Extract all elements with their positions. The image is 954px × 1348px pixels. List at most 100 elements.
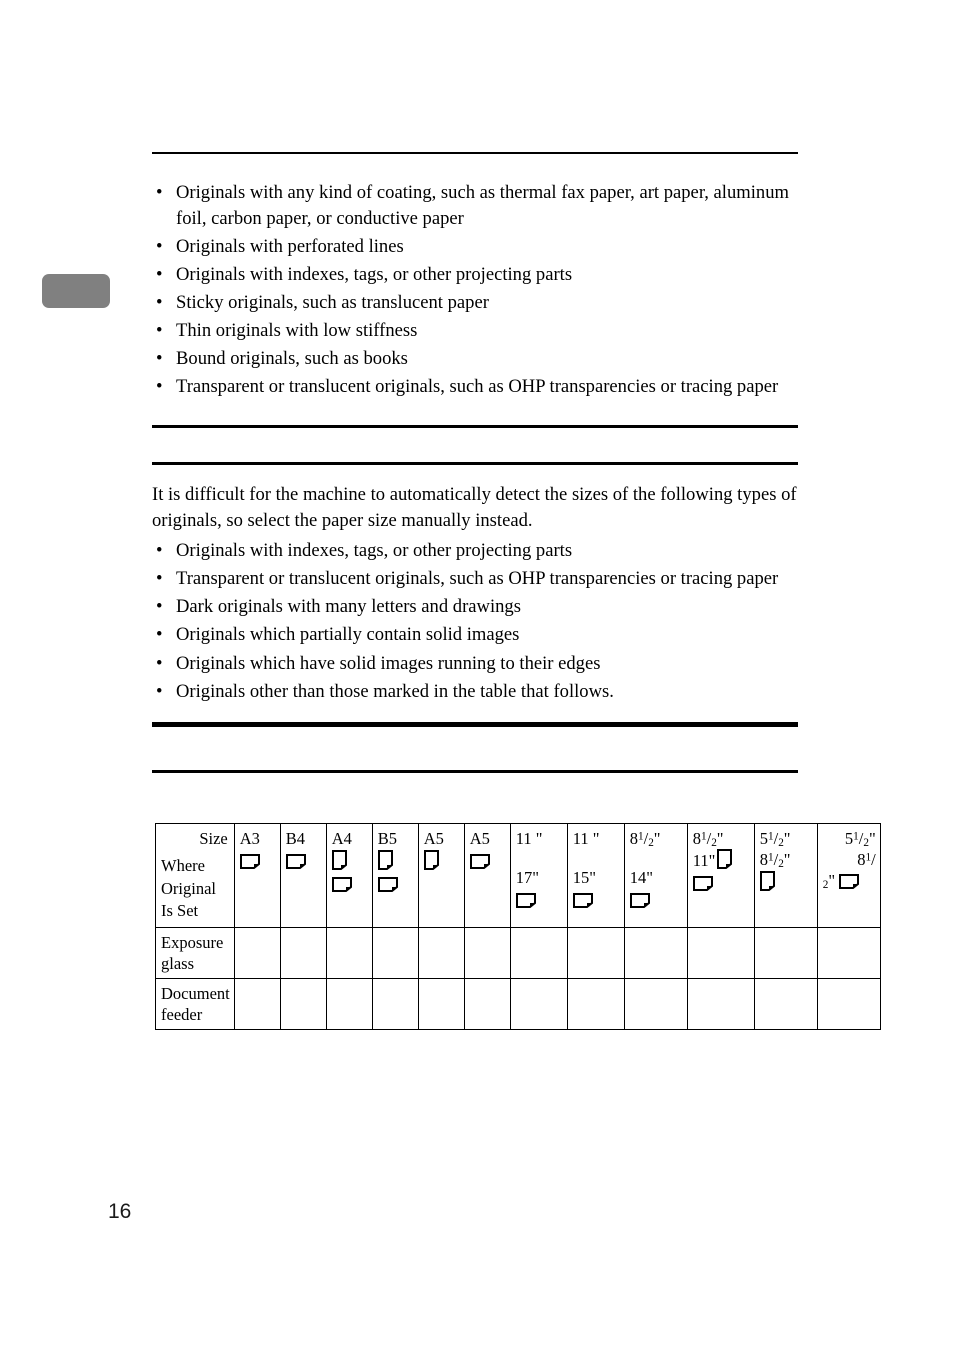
- list-item-text: Transparent or translucent originals, su…: [176, 376, 779, 398]
- list-item-text: Originals which have solid images runnin…: [176, 652, 601, 674]
- list-item-text: Originals with indexes, tags, or other p…: [176, 263, 573, 285]
- column-label-line2: 15": [572, 868, 596, 887]
- list-item-text: Transparent or translucent originals, su…: [176, 568, 779, 590]
- column-label-line1: 81/2": [693, 828, 750, 849]
- bullet-glyph: •: [156, 235, 163, 257]
- table-row: Document feeder: [155, 977, 881, 1030]
- bullet-glyph: •: [156, 319, 163, 341]
- cell[interactable]: [233, 926, 281, 979]
- column-label-line2-part2: 2": [823, 870, 876, 891]
- paper-landscape-icon: [239, 850, 276, 871]
- column-header-a5-portrait: A5: [417, 823, 465, 928]
- cell[interactable]: [371, 926, 419, 979]
- list-item-text: Bound originals, such as books: [176, 348, 408, 370]
- section-two-bullet-list: • Originals with indexes, tags, or other…: [152, 538, 798, 704]
- size-axis-label: Size: [199, 829, 228, 848]
- cell[interactable]: [566, 977, 625, 1030]
- where-axis-label: Where Original Is Set: [161, 856, 216, 920]
- bullet-glyph: •: [156, 596, 163, 618]
- paper-landscape-icon: [515, 889, 563, 910]
- list-item: • Originals with indexes, tags, or other…: [152, 538, 798, 564]
- cell[interactable]: [753, 977, 818, 1030]
- section-one-bullet-list: • Originals with any kind of coating, su…: [152, 180, 798, 400]
- section-one-bottom-rule-wrap: [152, 425, 798, 428]
- cell[interactable]: [279, 977, 327, 1030]
- cell[interactable]: [816, 926, 881, 979]
- bullet-glyph: •: [156, 291, 163, 313]
- paper-landscape-icon: [469, 850, 506, 871]
- section-two-bottom-rule-wrap: [152, 722, 798, 727]
- table-section-top-rule: [152, 770, 798, 773]
- list-item: • Transparent or translucent originals, …: [152, 374, 798, 400]
- cell[interactable]: [509, 977, 568, 1030]
- cell[interactable]: [623, 926, 688, 979]
- original-size-table: Size Where Original Is Set A3 B4 A4 B5 A…: [155, 823, 881, 1030]
- list-item-text: Originals other than those marked in the…: [176, 680, 614, 702]
- column-label: A5: [469, 829, 490, 848]
- paper-portrait-icon: [759, 871, 813, 893]
- bullet-glyph: •: [156, 652, 163, 674]
- column-header-85x14: 81/2" 14": [623, 823, 688, 928]
- cell[interactable]: [463, 926, 511, 979]
- row-label-exposure-glass: Exposure glass: [155, 926, 235, 979]
- fraction-measure: 51/2": [759, 829, 791, 850]
- cell[interactable]: [753, 926, 818, 979]
- list-item: • Sticky originals, such as translucent …: [152, 290, 798, 316]
- cell[interactable]: [417, 977, 465, 1030]
- column-header-85x11: 81/2" 11": [686, 823, 755, 928]
- list-item: • Originals which partially contain soli…: [152, 622, 798, 648]
- cell[interactable]: [686, 926, 755, 979]
- cell[interactable]: [566, 926, 625, 979]
- cell[interactable]: [371, 977, 419, 1030]
- fraction-measure: 51/2": [844, 829, 876, 850]
- list-item: • Dark originals with many letters and d…: [152, 594, 798, 620]
- paper-portrait-icon: [377, 850, 414, 872]
- column-header-b5: B5: [371, 823, 419, 928]
- bullet-glyph: •: [156, 540, 163, 562]
- list-item: • Originals other than those marked in t…: [152, 679, 798, 705]
- cell[interactable]: [509, 926, 568, 979]
- cell[interactable]: [325, 926, 373, 979]
- column-label: A5: [423, 829, 444, 848]
- bullet-glyph: •: [156, 182, 163, 203]
- cell[interactable]: [686, 977, 755, 1030]
- cell[interactable]: [623, 977, 688, 1030]
- list-item: • Originals with any kind of coating, su…: [152, 180, 798, 231]
- section-two-bottom-rule: [152, 722, 798, 727]
- cell[interactable]: [233, 977, 281, 1030]
- section-two-top-rule: [152, 462, 798, 465]
- paper-portrait-icon: [331, 850, 368, 872]
- column-label: B5: [377, 829, 397, 848]
- column-label-line2-part1: 81/: [857, 850, 876, 869]
- list-item: • Bound originals, such as books: [152, 346, 798, 372]
- cell[interactable]: [279, 926, 327, 979]
- column-label-line2: 17": [515, 868, 539, 887]
- paper-landscape-icon: [629, 889, 683, 910]
- list-item-text: Sticky originals, such as translucent pa…: [176, 291, 489, 313]
- column-header-a3: A3: [233, 823, 281, 928]
- list-item: • Transparent or translucent originals, …: [152, 566, 798, 592]
- bullet-glyph: •: [156, 263, 163, 285]
- column-label-line1: 11 ": [572, 829, 600, 848]
- cell[interactable]: [325, 977, 373, 1030]
- fraction-measure: 81/2": [759, 850, 791, 871]
- list-item: • Thin originals with low stiffness: [152, 318, 798, 344]
- cell[interactable]: [417, 926, 465, 979]
- paper-landscape-icon: [331, 873, 368, 894]
- page-number: 16: [108, 1200, 132, 1223]
- column-header-55x85-portrait: 51/2" 81/2": [753, 823, 818, 928]
- cell[interactable]: [816, 977, 881, 1030]
- cell[interactable]: [463, 977, 511, 1030]
- section-one: • Originals with any kind of coating, su…: [152, 152, 798, 402]
- column-label: B4: [285, 829, 305, 848]
- table-corner-cell: Size Where Original Is Set: [155, 823, 235, 928]
- document-page: • Originals with any kind of coating, su…: [0, 0, 954, 1348]
- list-item-text: Thin originals with low stiffness: [176, 319, 418, 341]
- column-label-line1: 51/2": [760, 828, 813, 849]
- column-label-line2: 81/2": [760, 849, 813, 870]
- column-label-line1: 11 ": [515, 829, 543, 848]
- column-label: A4: [331, 829, 352, 848]
